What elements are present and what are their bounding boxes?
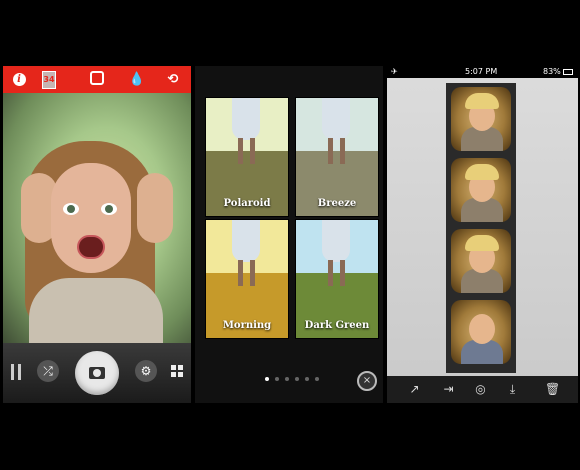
strip-photo bbox=[451, 300, 511, 364]
photo-strip[interactable] bbox=[446, 83, 516, 373]
airplane-icon: ✈ bbox=[391, 67, 398, 76]
battery-percent: 83% bbox=[543, 67, 561, 76]
page-dot[interactable] bbox=[295, 377, 299, 381]
shuffle-icon[interactable]: ⤮ bbox=[37, 360, 59, 382]
page-dot[interactable] bbox=[285, 377, 289, 381]
filter-screen: Polaroid Breeze Morning Dark Green × bbox=[195, 66, 383, 403]
drop-icon[interactable]: 💧 bbox=[127, 70, 147, 90]
share-icon[interactable]: ↗ bbox=[407, 382, 422, 397]
filter-leg bbox=[340, 138, 345, 164]
page-indicator[interactable] bbox=[265, 377, 319, 381]
filter-leg bbox=[250, 260, 255, 286]
photo-counter[interactable]: 34 bbox=[39, 70, 59, 90]
status-time: 5:07 PM bbox=[465, 67, 498, 76]
settings-icon[interactable]: ⚙ bbox=[135, 360, 157, 382]
close-icon[interactable]: × bbox=[357, 371, 377, 391]
photo-strip-screen: ✈ 5:07 PM 83% ↗ ⇥ ◎ ⤓ 🗑 bbox=[387, 66, 578, 403]
filter-label-breeze: Breeze bbox=[317, 198, 357, 209]
filter-leg bbox=[328, 260, 333, 286]
page-dot[interactable] bbox=[275, 377, 279, 381]
filter-dress bbox=[322, 220, 350, 262]
subject-mouth bbox=[77, 235, 105, 259]
subject-right-eye bbox=[101, 203, 117, 215]
page-dot[interactable] bbox=[305, 377, 309, 381]
info-icon[interactable]: i bbox=[9, 70, 29, 90]
shutter-button[interactable] bbox=[75, 351, 119, 395]
strip-photo bbox=[451, 87, 511, 151]
subject-left-eye bbox=[63, 203, 79, 215]
strip-toolbar: ↗ ⇥ ◎ ⤓ 🗑 bbox=[387, 376, 578, 403]
export-icon[interactable]: ⇥ bbox=[441, 382, 456, 397]
filter-dress bbox=[232, 220, 260, 262]
filter-label-polaroid: Polaroid bbox=[223, 198, 271, 209]
instagram-icon[interactable]: ◎ bbox=[473, 382, 488, 397]
filter-leg bbox=[238, 260, 243, 286]
filter-label-dark-green: Dark Green bbox=[304, 320, 370, 331]
frame-icon[interactable] bbox=[87, 70, 107, 90]
strip-photo bbox=[451, 229, 511, 293]
filter-label-morning: Morning bbox=[222, 320, 272, 331]
filter-leg bbox=[250, 138, 255, 164]
film-icon[interactable] bbox=[11, 364, 21, 380]
filter-dress bbox=[322, 98, 350, 140]
filter-leg bbox=[328, 138, 333, 164]
camera-top-toolbar: i 34 💧 ⟲ bbox=[3, 66, 191, 93]
filter-leg bbox=[340, 260, 345, 286]
subject-right-hand bbox=[137, 173, 173, 243]
page-dot[interactable] bbox=[315, 377, 319, 381]
filter-leg bbox=[238, 138, 243, 164]
strip-photo bbox=[451, 158, 511, 222]
grid-icon[interactable] bbox=[171, 365, 183, 377]
filter-tile-polaroid[interactable]: Polaroid bbox=[206, 98, 288, 216]
download-icon[interactable]: ⤓ bbox=[505, 382, 520, 397]
status-bar: ✈ 5:07 PM 83% bbox=[387, 66, 578, 78]
battery-icon bbox=[563, 69, 573, 75]
camera-icon bbox=[89, 367, 105, 379]
filter-tile-breeze[interactable]: Breeze bbox=[296, 98, 378, 216]
photo-count-value: 34 bbox=[42, 71, 56, 89]
page-dot[interactable] bbox=[265, 377, 269, 381]
switch-camera-icon[interactable]: ⟲ bbox=[163, 70, 183, 90]
camera-bottom-toolbar: ⤮ ⚙ bbox=[3, 343, 191, 403]
filter-tile-morning[interactable]: Morning bbox=[206, 220, 288, 338]
subject-body bbox=[29, 278, 163, 343]
camera-screen: i 34 💧 ⟲ ⤮ ⚙ bbox=[3, 66, 191, 403]
filter-dress bbox=[232, 98, 260, 140]
delete-icon[interactable]: 🗑 bbox=[545, 382, 560, 397]
camera-viewfinder bbox=[3, 93, 191, 343]
subject-face bbox=[51, 163, 131, 273]
filter-tile-dark-green[interactable]: Dark Green bbox=[296, 220, 378, 338]
